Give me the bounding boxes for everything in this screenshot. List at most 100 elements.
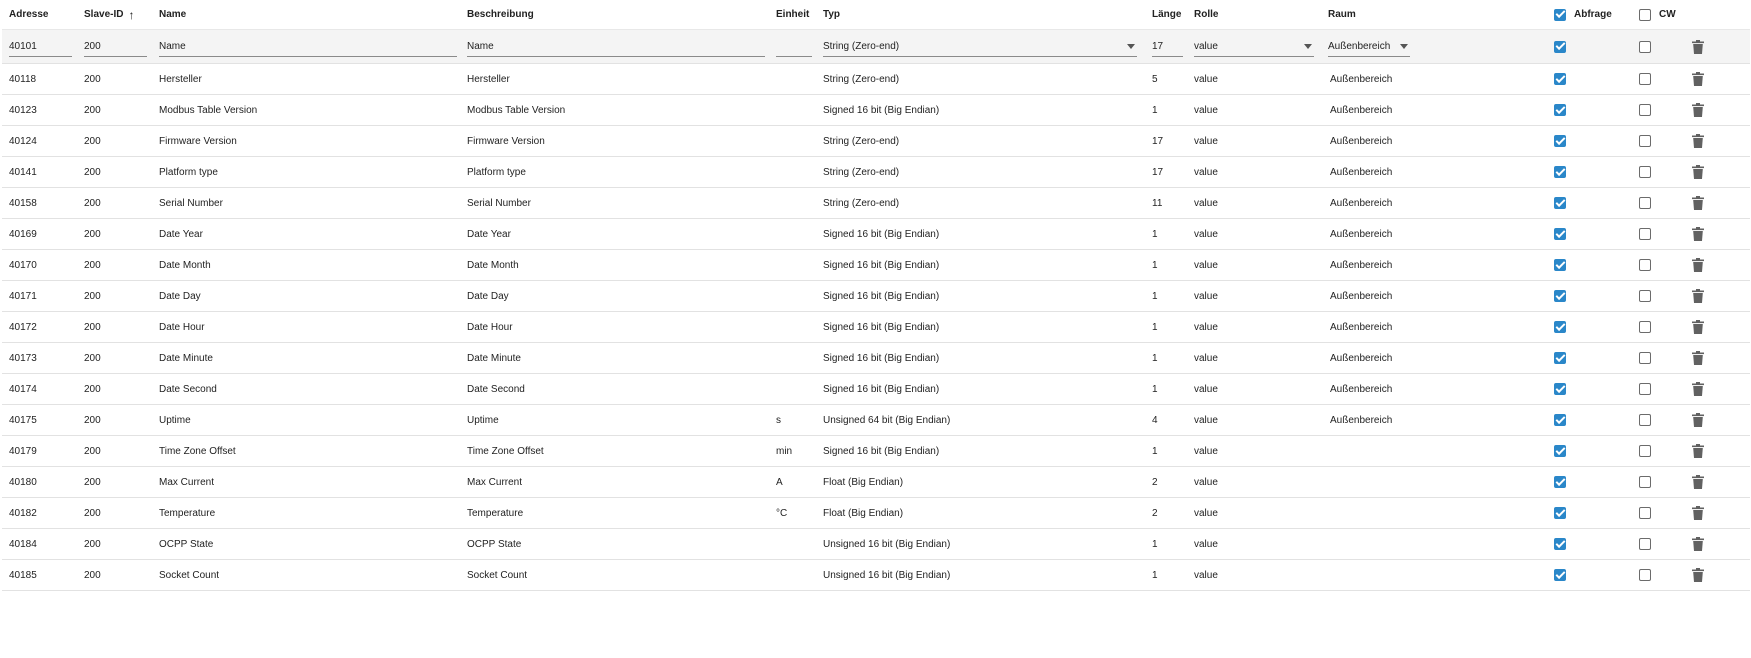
- trash-icon[interactable]: [1692, 568, 1704, 582]
- room-select[interactable]: Außenbereich: [1328, 36, 1410, 57]
- poll-checkbox[interactable]: [1554, 197, 1566, 209]
- cw-checkbox[interactable]: [1639, 135, 1651, 147]
- type-select[interactable]: String (Zero-end): [823, 36, 1137, 57]
- unit-input[interactable]: [776, 36, 812, 57]
- column-header-unit[interactable]: Einheit: [776, 0, 816, 29]
- poll-checkbox[interactable]: [1554, 569, 1566, 581]
- column-header-description[interactable]: Beschreibung: [467, 0, 767, 29]
- cell-room: Außenbereich: [1330, 321, 1393, 333]
- cw-checkbox[interactable]: [1639, 383, 1651, 395]
- cw-checkbox[interactable]: [1639, 445, 1651, 457]
- select-all-poll-checkbox[interactable]: [1554, 8, 1566, 21]
- cw-checkbox[interactable]: [1639, 569, 1651, 581]
- poll-checkbox[interactable]: [1554, 73, 1566, 85]
- poll-checkbox[interactable]: [1554, 507, 1566, 519]
- poll-checkbox[interactable]: [1554, 228, 1566, 240]
- trash-icon[interactable]: [1692, 134, 1704, 148]
- trash-icon[interactable]: [1692, 475, 1704, 489]
- slave-id-input-value: 200: [84, 40, 101, 52]
- trash-icon[interactable]: [1692, 289, 1704, 303]
- cw-checkbox[interactable]: [1639, 73, 1651, 85]
- cell-name: Platform type: [159, 166, 218, 178]
- role-select[interactable]: value: [1194, 36, 1314, 57]
- cw-checkbox[interactable]: [1639, 228, 1651, 240]
- column-header-slave-id[interactable]: Slave-ID ↑: [84, 0, 149, 29]
- cw-checkbox[interactable]: [1639, 507, 1651, 519]
- cw-checkbox[interactable]: [1639, 166, 1651, 178]
- trash-icon[interactable]: [1692, 103, 1704, 117]
- poll-checkbox[interactable]: [1554, 290, 1566, 302]
- length-input[interactable]: 17: [1152, 36, 1183, 57]
- select-all-cw-checkbox[interactable]: [1639, 8, 1651, 21]
- cell-description: Date Second: [467, 383, 525, 395]
- cw-checkbox[interactable]: [1639, 259, 1651, 271]
- cell-slave-id: 200: [84, 507, 101, 519]
- poll-checkbox[interactable]: [1554, 476, 1566, 488]
- cell-description: Uptime: [467, 414, 499, 426]
- trash-icon[interactable]: [1692, 382, 1704, 396]
- poll-checkbox[interactable]: [1554, 40, 1566, 53]
- cw-checkbox[interactable]: [1639, 197, 1651, 209]
- column-header-length[interactable]: Länge: [1152, 0, 1187, 29]
- cw-checkbox[interactable]: [1639, 321, 1651, 333]
- column-header-type[interactable]: Typ: [823, 0, 1143, 29]
- cw-checkbox[interactable]: [1639, 290, 1651, 302]
- table-row: 40169 200 Date Year Date Year Signed 16 bit …: [2, 219, 1750, 250]
- slave-id-input[interactable]: 200: [84, 36, 147, 57]
- cell-role: value: [1194, 166, 1218, 178]
- poll-checkbox-cell: [1554, 157, 1634, 187]
- cell-role: value: [1194, 259, 1218, 271]
- trash-icon[interactable]: [1692, 227, 1704, 241]
- cell-address: 40172: [9, 321, 37, 333]
- cell-unit: [776, 126, 816, 156]
- trash-icon[interactable]: [1692, 258, 1704, 272]
- poll-checkbox[interactable]: [1554, 259, 1566, 271]
- cw-checkbox[interactable]: [1639, 104, 1651, 116]
- name-input[interactable]: Name: [159, 36, 457, 57]
- trash-icon[interactable]: [1692, 196, 1704, 210]
- cell-unit: [776, 343, 816, 373]
- cell-role: value: [1194, 228, 1218, 240]
- cw-checkbox-cell: [1639, 219, 1699, 249]
- cw-checkbox[interactable]: [1639, 40, 1651, 53]
- poll-checkbox[interactable]: [1554, 538, 1566, 550]
- arrow-up-icon[interactable]: ↑: [128, 8, 134, 22]
- poll-checkbox[interactable]: [1554, 321, 1566, 333]
- poll-checkbox[interactable]: [1554, 135, 1566, 147]
- column-header-name[interactable]: Name: [159, 0, 459, 29]
- trash-icon[interactable]: [1692, 165, 1704, 179]
- cell-room: Außenbereich: [1330, 228, 1393, 240]
- trash-icon[interactable]: [1692, 413, 1704, 427]
- cw-checkbox-cell: [1639, 436, 1699, 466]
- poll-checkbox[interactable]: [1554, 445, 1566, 457]
- poll-checkbox[interactable]: [1554, 414, 1566, 426]
- description-input[interactable]: Name: [467, 36, 765, 57]
- cell-address: 40184: [9, 538, 37, 550]
- poll-checkbox[interactable]: [1554, 104, 1566, 116]
- poll-checkbox[interactable]: [1554, 166, 1566, 178]
- trash-icon[interactable]: [1692, 320, 1704, 334]
- trash-icon[interactable]: [1692, 351, 1704, 365]
- trash-icon[interactable]: [1692, 506, 1704, 520]
- cell-slave-id: 200: [84, 290, 101, 302]
- address-input[interactable]: 40101: [9, 36, 72, 57]
- description-input-value: Name: [467, 40, 494, 52]
- cell-unit: s: [776, 414, 781, 426]
- cw-checkbox[interactable]: [1639, 414, 1651, 426]
- cell-role: value: [1194, 569, 1218, 581]
- cw-checkbox[interactable]: [1639, 476, 1651, 488]
- poll-checkbox[interactable]: [1554, 352, 1566, 364]
- column-header-room[interactable]: Raum: [1328, 0, 1528, 29]
- delete-cell: [1692, 343, 1722, 373]
- cell-unit: [776, 560, 816, 590]
- trash-icon[interactable]: [1692, 72, 1704, 86]
- column-header-address[interactable]: Adresse: [9, 0, 69, 29]
- trash-icon[interactable]: [1692, 39, 1704, 54]
- table-row: 40185 200 Socket Count Socket Count Unsigned…: [2, 560, 1750, 591]
- cw-checkbox[interactable]: [1639, 352, 1651, 364]
- poll-checkbox[interactable]: [1554, 383, 1566, 395]
- trash-icon[interactable]: [1692, 537, 1704, 551]
- trash-icon[interactable]: [1692, 444, 1704, 458]
- column-header-role[interactable]: Rolle: [1194, 0, 1314, 29]
- cw-checkbox[interactable]: [1639, 538, 1651, 550]
